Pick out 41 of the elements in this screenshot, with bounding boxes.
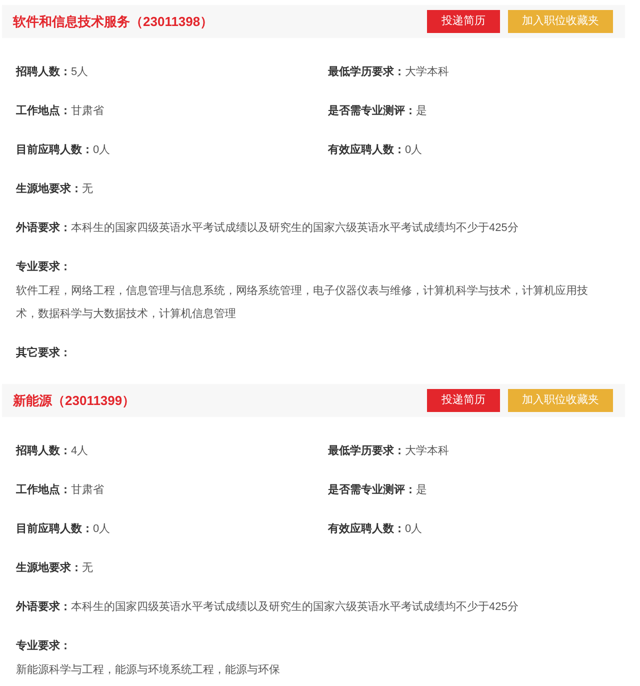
field-label: 工作地点： (16, 104, 71, 120)
field-value: 是 (416, 104, 427, 120)
field-label: 其它要求： (16, 346, 71, 362)
field-value: 软件工程，网络工程，信息管理与信息系统，网络系统管理，电子仪器仪表与维修，计算机科学与技术，计算机应用技术，数据科学与大数据技术，计算机信息管理 (16, 284, 589, 322)
field-value: 本科生的国家四级英语水平考试成绩以及研究生的国家六级英语水平考试成绩均不少于425分 (71, 600, 518, 616)
field-value: 本科生的国家四级英语水平考试成绩以及研究生的国家六级英语水平考试成绩均不少于425分 (71, 220, 518, 236)
field-label: 专业要求： (16, 638, 71, 654)
field-value: 无 (82, 182, 93, 198)
field-label: 最低学历要求： (328, 64, 405, 80)
field-label: 外语要求： (16, 600, 71, 616)
field-value: 0人 (405, 522, 422, 538)
field-label: 目前应聘人数： (16, 142, 93, 158)
field-label: 工作地点： (16, 482, 71, 498)
field-value: 甘肃省 (71, 104, 104, 120)
field-value: 0人 (93, 143, 110, 158)
apply-button[interactable]: 投递简历 (427, 10, 500, 33)
field-label: 是否需专业测评： (328, 104, 416, 120)
field-label: 最低学历要求： (328, 444, 405, 460)
field-label: 有效应聘人数： (328, 142, 405, 158)
field-value: 0人 (405, 143, 422, 158)
position-title: 新能源（23011399） (13, 392, 136, 410)
field-value: 无 (82, 561, 93, 576)
field-label: 是否需专业测评： (328, 482, 416, 498)
field-label: 招聘人数： (16, 444, 71, 460)
field-value: 大学本科 (405, 65, 449, 80)
field-value: 4人 (71, 444, 88, 460)
field-value: 大学本科 (405, 444, 449, 460)
field-label: 生源地要求： (16, 182, 82, 198)
field-value: 是 (416, 483, 427, 498)
field-value: 0人 (93, 522, 110, 538)
apply-button[interactable]: 投递简历 (427, 389, 500, 412)
field-label: 生源地要求： (16, 560, 82, 576)
field-label: 目前应聘人数： (16, 522, 93, 538)
field-label: 外语要求： (16, 220, 71, 236)
position-title: 软件和信息技术服务（23011398） (13, 12, 214, 31)
field-label: 招聘人数： (16, 64, 71, 80)
field-label: 有效应聘人数： (328, 522, 405, 538)
field-value: 甘肃省 (71, 483, 104, 498)
field-value: 新能源科学与工程，能源与环境系统工程，能源与环保 (16, 662, 281, 678)
field-value: 5人 (71, 65, 88, 80)
field-label: 专业要求： (16, 260, 71, 275)
